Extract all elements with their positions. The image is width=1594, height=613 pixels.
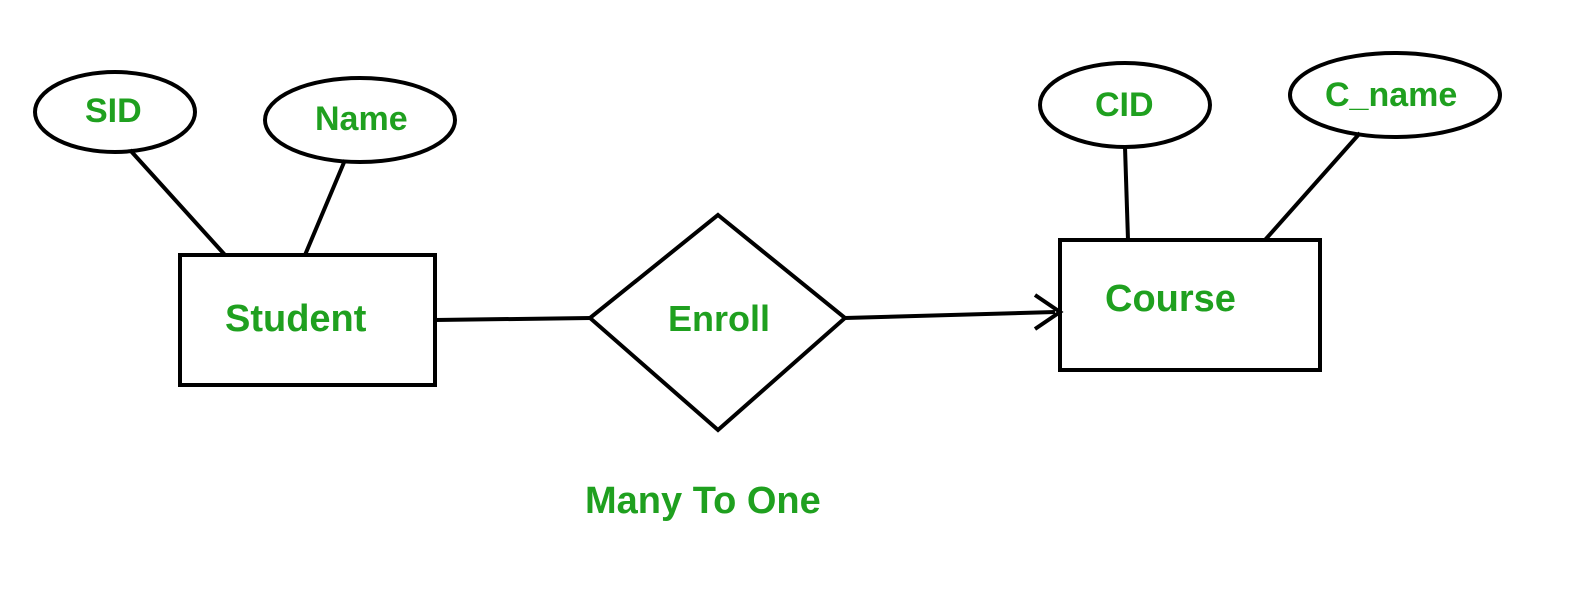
cname-attribute-label: C_name — [1325, 76, 1457, 115]
student-enroll-connector — [435, 318, 591, 320]
sid-attribute-label: SID — [85, 92, 142, 131]
cname-connector — [1265, 133, 1360, 240]
diagram-caption: Many To One — [585, 480, 821, 523]
name-attribute-label: Name — [315, 100, 408, 139]
student-entity-label: Student — [225, 298, 366, 341]
course-entity-label: Course — [1105, 278, 1236, 321]
enroll-course-connector — [845, 312, 1055, 318]
sid-connector — [130, 150, 225, 255]
cid-connector — [1125, 147, 1128, 240]
enroll-relationship-label: Enroll — [668, 298, 770, 340]
name-connector — [305, 160, 345, 255]
cid-attribute-label: CID — [1095, 86, 1154, 125]
